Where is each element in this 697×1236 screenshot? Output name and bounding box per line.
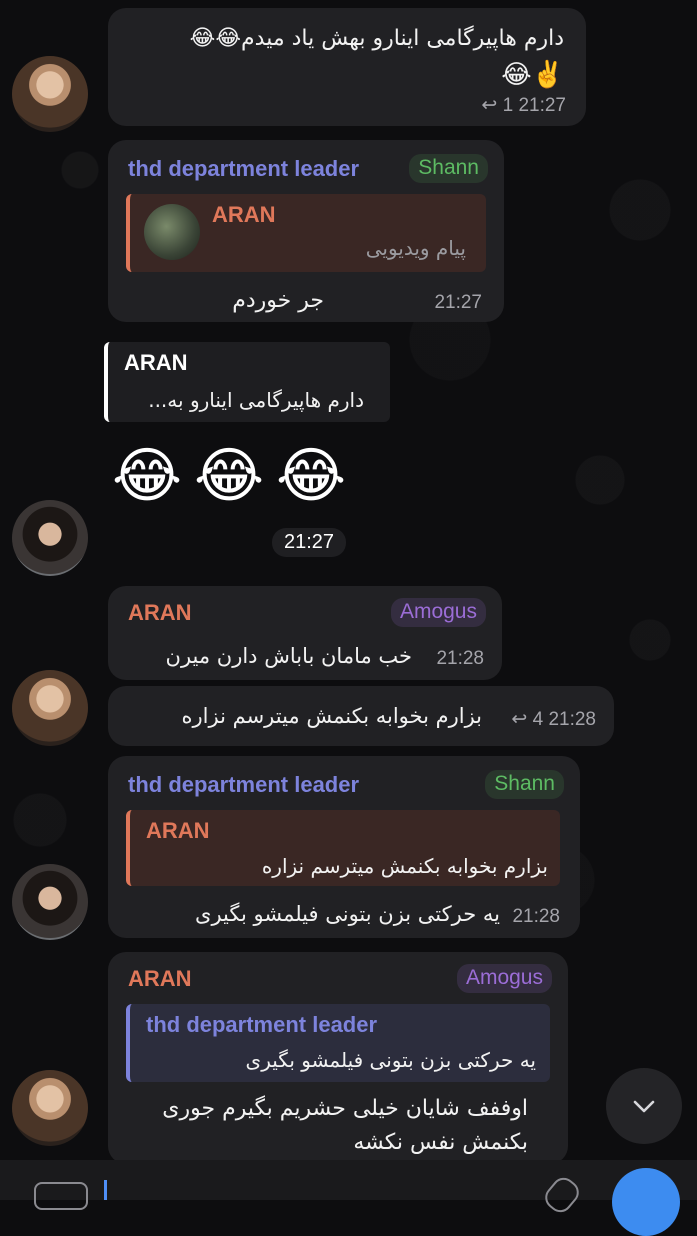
quote-sender: ARAN — [124, 350, 188, 375]
emoji: 😂 — [194, 441, 265, 511]
message-bubble[interactable]: دارم هاپیرگامی اینارو بهش یاد میدم😂😂 ✌️😂… — [108, 8, 586, 126]
message-time: 21:28 — [548, 709, 596, 730]
message-time: 21:27 — [272, 528, 347, 557]
quote-text: بزارم بخوابه بکنمش میترسم نزاره — [261, 854, 548, 878]
emoji: 😂 — [112, 441, 183, 511]
sender-tag: Amogus — [456, 964, 552, 993]
sender-tag: Amogus — [390, 598, 486, 627]
message-time: 21:28 — [512, 906, 560, 927]
quote-sender: thd department leader — [146, 1012, 378, 1037]
quote-text: پیام ویدیویی — [365, 236, 466, 260]
reply-arrow-icon: ↩ — [511, 709, 528, 730]
reply-count: 4 — [532, 709, 544, 730]
message-time: 21:27 — [518, 95, 566, 116]
reply-arrow-icon: ↩ — [481, 95, 498, 116]
message-bubble[interactable]: thd department leader Shann ARAN پیام وی… — [108, 140, 504, 322]
sender-name[interactable]: ARAN — [128, 966, 192, 992]
message-text: خب مامان باباش دارن میرن — [165, 644, 412, 668]
message-meta: ↩ 1 21:27 — [481, 94, 566, 117]
avatar[interactable] — [12, 1070, 88, 1146]
emoji: 😂 — [276, 441, 347, 511]
avatar[interactable] — [12, 56, 88, 132]
quote-sender: ARAN — [212, 202, 276, 227]
message-text: ✌️😂 — [501, 60, 564, 90]
gif-icon[interactable] — [34, 1182, 88, 1210]
quoted-message[interactable]: thd department leader یه حرکتی بزن بتونی… — [126, 1004, 550, 1082]
sender-name[interactable]: thd department leader — [128, 156, 359, 182]
avatar[interactable] — [12, 864, 88, 940]
message-text: بزارم بخوابه بکنمش میترسم نزاره — [181, 704, 482, 728]
message-bubble[interactable]: ARAN Amogus خب مامان باباش دارن میرن 21:… — [108, 586, 502, 680]
sender-tag: Shann — [409, 154, 488, 183]
message-text: یه حرکتی بزن بتونی فیلمشو بگیری — [195, 902, 500, 926]
quote-sender: ARAN — [146, 818, 210, 843]
message-text: جر خوردم — [232, 288, 324, 313]
sender-name[interactable]: thd department leader — [128, 772, 359, 798]
scroll-down-button[interactable] — [606, 1068, 682, 1144]
mic-icon[interactable] — [612, 1168, 680, 1236]
message-composer[interactable] — [0, 1160, 697, 1236]
chevron-down-icon — [633, 1100, 655, 1113]
paperclip-icon[interactable] — [540, 1172, 584, 1218]
text-cursor — [104, 1180, 107, 1200]
video-thumbnail — [144, 204, 200, 260]
message-text: اوففف شایان خیلی حشریم بگیرم جوری — [162, 1096, 528, 1121]
message-time: 21:27 — [434, 292, 482, 313]
quoted-message[interactable]: ARAN پیام ویدیویی — [126, 194, 486, 272]
sender-name[interactable]: ARAN — [128, 600, 192, 626]
message-bubble[interactable]: بزارم بخوابه بکنمش میترسم نزاره ↩ 4 21:2… — [108, 686, 614, 746]
message-text: بکنمش نفس نکشه — [353, 1130, 528, 1155]
quoted-message[interactable]: ARAN بزارم بخوابه بکنمش میترسم نزاره — [126, 810, 560, 886]
quote-text: یه حرکتی بزن بتونی فیلمشو بگیری — [245, 1048, 536, 1072]
reply-count: 1 — [502, 95, 514, 116]
avatar[interactable] — [12, 670, 88, 746]
message-time: 21:28 — [436, 648, 484, 669]
message-meta: ↩ 4 21:28 — [511, 708, 596, 731]
message-text: دارم هاپیرگامی اینارو بهش یاد میدم😂😂 — [189, 26, 564, 51]
quoted-message[interactable]: ARAN دارم هاپیرگامی اینارو به... — [104, 342, 390, 422]
message-bubble[interactable]: ARAN Amogus thd department leader یه حرک… — [108, 952, 568, 1164]
avatar[interactable] — [12, 500, 88, 576]
quote-text: دارم هاپیرگامی اینارو به... — [148, 388, 364, 412]
message-bubble[interactable]: thd department leader Shann ARAN بزارم ب… — [108, 756, 580, 938]
sender-tag: Shann — [485, 770, 564, 799]
